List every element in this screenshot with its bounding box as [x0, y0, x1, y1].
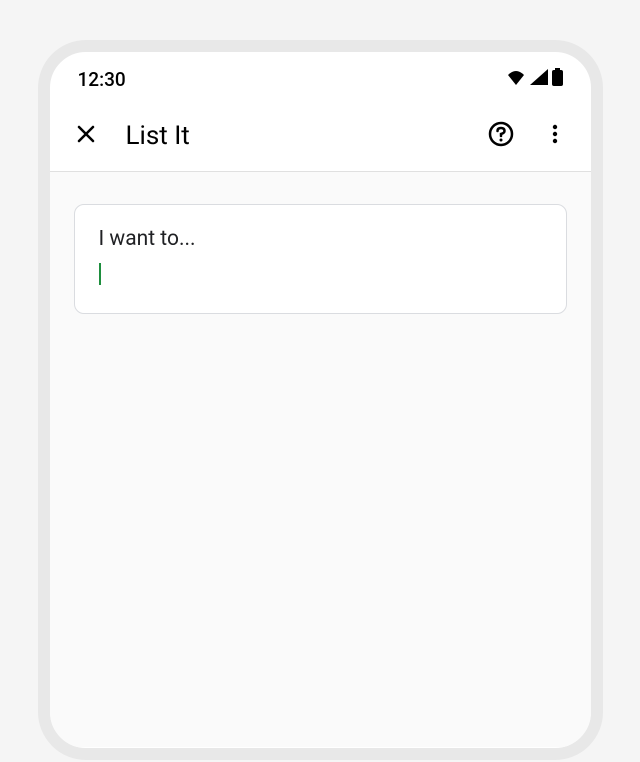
content-area: I want to...: [50, 172, 591, 747]
close-icon: [74, 122, 98, 149]
input-card[interactable]: I want to...: [74, 204, 567, 314]
app-title: List It: [126, 121, 459, 151]
app-bar: List It: [50, 100, 591, 172]
text-cursor: [99, 263, 101, 285]
status-time: 12:30: [78, 68, 126, 91]
close-button[interactable]: [70, 118, 102, 153]
cellular-icon: [530, 69, 548, 89]
status-bar: 12:30: [50, 52, 591, 100]
status-icons: [506, 68, 563, 90]
wifi-icon: [506, 69, 526, 89]
battery-icon: [552, 68, 563, 90]
more-options-button[interactable]: [539, 118, 571, 153]
input-label: I want to...: [99, 227, 542, 251]
phone-frame: 12:30: [38, 40, 603, 760]
text-input[interactable]: [99, 263, 542, 285]
more-vertical-icon: [543, 122, 567, 149]
help-button[interactable]: [483, 116, 519, 155]
help-icon: [487, 120, 515, 151]
app-bar-actions: [483, 116, 571, 155]
